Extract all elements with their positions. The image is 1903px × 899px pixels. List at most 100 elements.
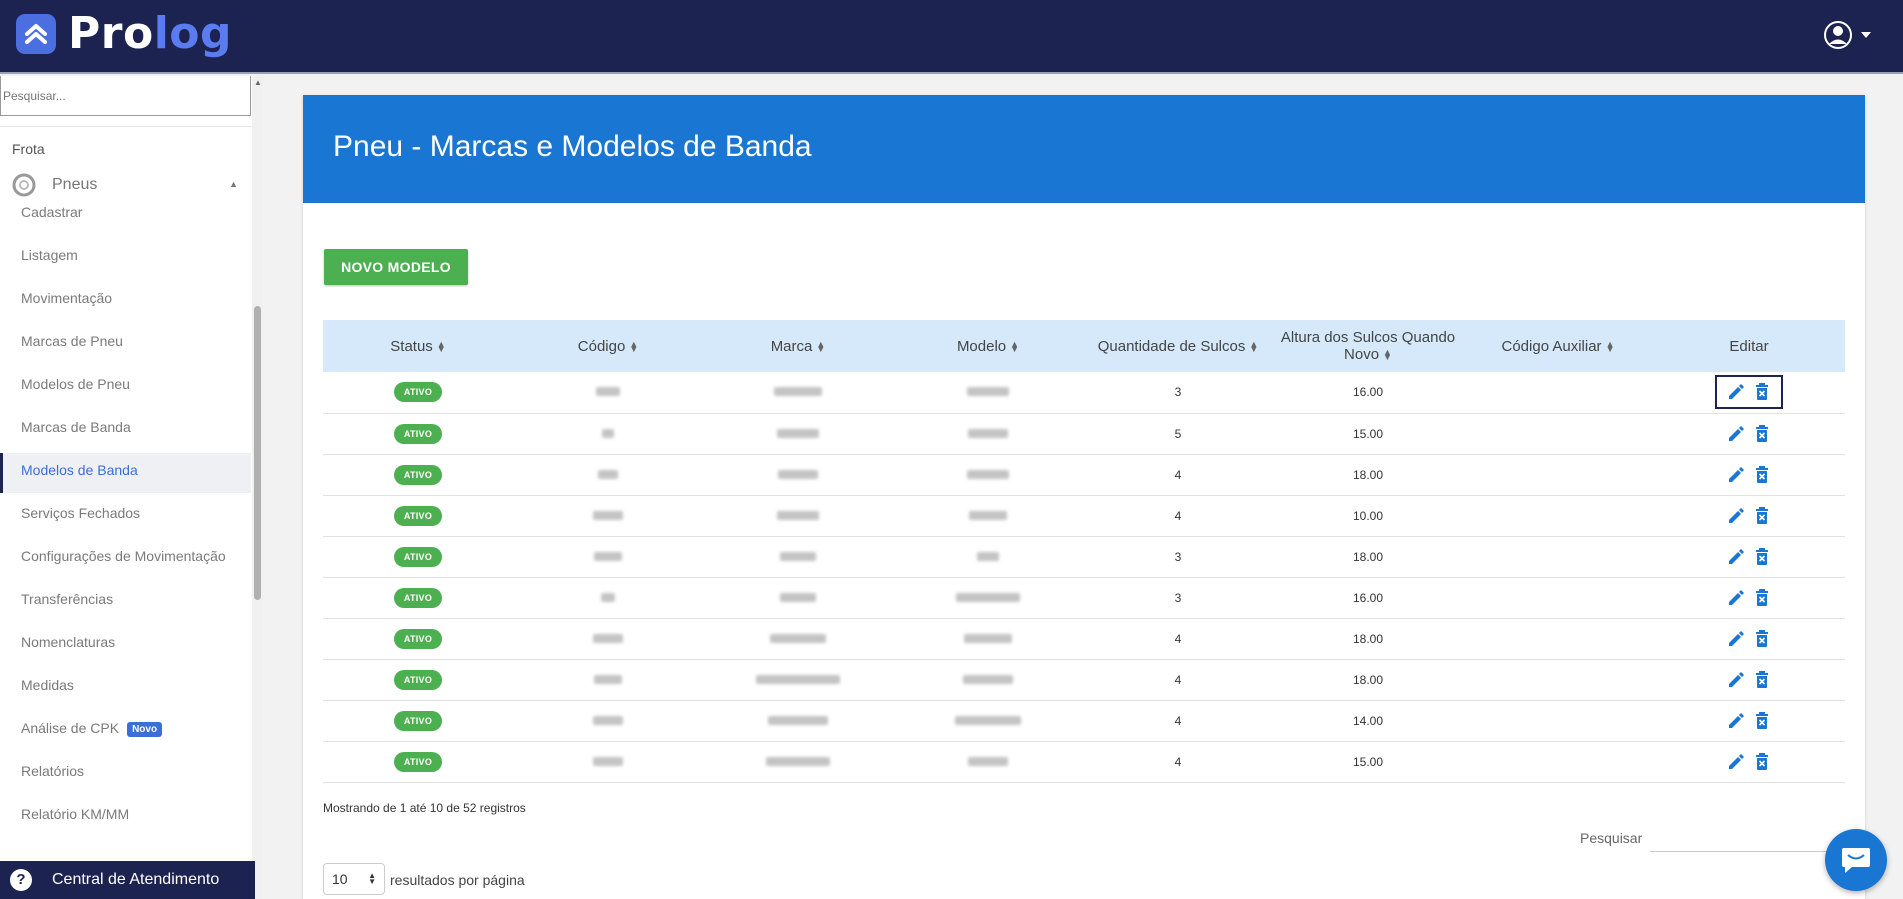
sidebar-item[interactable]: Cadastrar (0, 195, 251, 235)
redacted-text (968, 428, 1008, 438)
redacted-text (955, 715, 1021, 725)
cell-marca (703, 577, 893, 619)
redacted-text (967, 469, 1009, 479)
scroll-up-icon[interactable]: ▲ (254, 78, 262, 87)
pencil-icon[interactable] (1727, 466, 1745, 484)
status-badge: ATIVO (393, 751, 443, 772)
sidebar-scrollbar[interactable]: ▲ (252, 76, 263, 899)
question-icon: ? (10, 869, 32, 891)
sidebar-group-pneus[interactable]: Pneus ▲ (12, 173, 242, 197)
user-circle-icon (1824, 21, 1852, 49)
cell-editar (1653, 618, 1845, 660)
table-search-input[interactable] (1650, 822, 1845, 852)
trash-icon[interactable] (1753, 752, 1771, 771)
cell-aux (1463, 618, 1653, 660)
redacted-text (780, 592, 816, 602)
status-badge: ATIVO (393, 669, 443, 690)
trash-icon[interactable] (1753, 547, 1771, 566)
redacted-text (593, 633, 623, 643)
select-arrows-icon: ▲ ▼ (368, 871, 376, 886)
col-aux[interactable]: Código Auxiliar ▲ ▼ (1463, 320, 1653, 372)
cell-status: ATIVO (323, 372, 513, 414)
sidebar-item[interactable]: Relatórios (0, 754, 251, 794)
redacted-text (594, 674, 622, 684)
new-model-button[interactable]: NOVO MODELO (324, 249, 468, 285)
status-badge: ATIVO (393, 423, 443, 444)
cell-marca (703, 372, 893, 414)
sidebar-item-label: Modelos de Pneu (21, 376, 130, 392)
cell-modelo (893, 577, 1083, 619)
trash-icon[interactable] (1753, 506, 1771, 525)
scrollbar-thumb[interactable] (254, 306, 261, 600)
col-modelo[interactable]: Modelo ▲ ▼ (893, 320, 1083, 372)
row-actions (1715, 375, 1783, 410)
page-size-select[interactable]: 10 ▲ ▼ (323, 863, 385, 895)
sidebar-item[interactable]: Medidas (0, 668, 251, 708)
redacted-text (777, 428, 819, 438)
trash-icon[interactable] (1753, 465, 1771, 484)
chat-button[interactable] (1825, 829, 1887, 891)
table-row: ATIVO 4 14.00 (323, 700, 1845, 742)
cell-aux (1463, 495, 1653, 537)
sidebar-search-input[interactable] (0, 76, 251, 116)
row-actions (1715, 417, 1783, 451)
col-marca-label: Marca (770, 337, 813, 355)
redacted-text (598, 469, 618, 479)
sidebar-item[interactable]: Listagem (0, 238, 251, 278)
page-size-value: 10 (332, 871, 348, 887)
trash-icon[interactable] (1753, 383, 1771, 401)
table-row: ATIVO 3 16.00 (323, 577, 1845, 619)
trash-icon[interactable] (1753, 711, 1771, 730)
sidebar-item[interactable]: Serviços Fechados (0, 496, 251, 536)
pencil-icon[interactable] (1727, 671, 1745, 689)
sort-icon: ▲ ▼ (1605, 338, 1615, 354)
trash-icon[interactable] (1753, 670, 1771, 689)
redacted-text (768, 715, 828, 725)
col-altura[interactable]: Altura dos Sulcos Quando Novo ▲ ▼ (1273, 320, 1463, 372)
sidebar-item-label: Medidas (21, 677, 74, 693)
col-sulcos[interactable]: Quantidade de Sulcos ▲ ▼ (1083, 320, 1273, 372)
table-row: ATIVO 5 15.00 (323, 413, 1845, 455)
status-badge: ATIVO (393, 464, 443, 485)
redacted-text (964, 633, 1012, 643)
table-row: ATIVO 4 18.00 (323, 454, 1845, 496)
status-badge: ATIVO (393, 382, 443, 403)
sidebar-group-label: Pneus (52, 176, 98, 193)
pencil-icon[interactable] (1727, 712, 1745, 730)
logo[interactable]: Prolog (16, 12, 232, 56)
sidebar-item[interactable]: Relatório KM/MM (0, 797, 251, 837)
redacted-text (977, 551, 999, 561)
col-status[interactable]: Status ▲ ▼ (323, 320, 513, 372)
sidebar-item[interactable]: Marcas de Banda (0, 410, 251, 450)
cell-altura: 18.00 (1273, 536, 1463, 578)
cell-sulcos: 4 (1083, 700, 1273, 742)
account-menu[interactable] (1823, 20, 1871, 50)
sidebar-item[interactable]: Movimentação (0, 281, 251, 321)
pencil-icon[interactable] (1727, 753, 1745, 771)
sidebar-item[interactable]: Configurações de Movimentação (0, 539, 251, 579)
tire-icon (12, 173, 36, 197)
trash-icon[interactable] (1753, 588, 1771, 607)
pencil-icon[interactable] (1727, 630, 1745, 648)
col-status-label: Status (390, 337, 433, 355)
help-center-button[interactable]: ? Central de Atendimento (0, 861, 255, 899)
pencil-icon[interactable] (1727, 589, 1745, 607)
sidebar-item[interactable]: Modelos de Banda (0, 453, 251, 493)
sidebar-item[interactable]: Modelos de Pneu (0, 367, 251, 407)
trash-icon[interactable] (1753, 424, 1771, 443)
cell-modelo (893, 659, 1083, 701)
pencil-icon[interactable] (1727, 425, 1745, 443)
cell-marca (703, 454, 893, 496)
sidebar-item[interactable]: Transferências (0, 582, 251, 622)
cell-sulcos: 3 (1083, 372, 1273, 414)
col-marca[interactable]: Marca ▲ ▼ (703, 320, 893, 372)
sidebar-item[interactable]: Nomenclaturas (0, 625, 251, 665)
pencil-icon[interactable] (1727, 548, 1745, 566)
pencil-icon[interactable] (1727, 507, 1745, 525)
sidebar-item[interactable]: Análise de CPK Novo (0, 711, 251, 751)
sidebar-item-label: Marcas de Banda (21, 419, 131, 435)
trash-icon[interactable] (1753, 629, 1771, 648)
pencil-icon[interactable] (1727, 383, 1745, 401)
col-codigo[interactable]: Código ▲ ▼ (513, 320, 703, 372)
sidebar-item[interactable]: Marcas de Pneu (0, 324, 251, 364)
